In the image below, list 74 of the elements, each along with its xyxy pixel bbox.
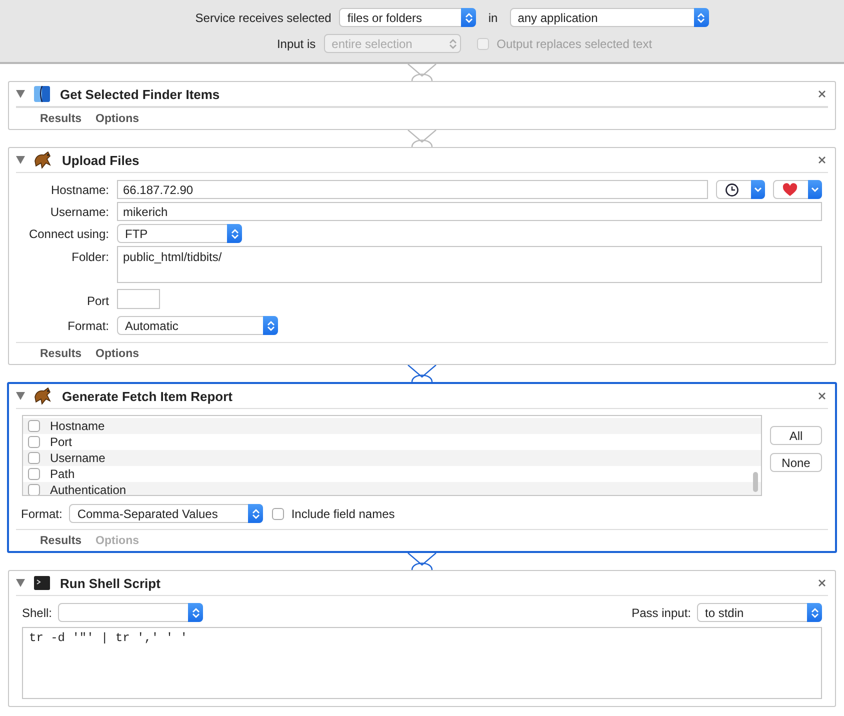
field-label: Pass input: [632,606,691,620]
stepper-icon [461,8,476,27]
footer-tab[interactable]: Results [40,534,82,546]
stepper-icon [263,316,278,335]
list-item-label: Username [50,451,106,465]
stepper-icon [227,224,242,243]
footer-tab[interactable]: Options [96,348,139,360]
list-item-label: Authentication [50,483,126,495]
chevron-down-icon [811,186,819,192]
field-label: Format: [66,318,109,332]
field-label: Connect using: [28,226,109,240]
push-button[interactable]: All [770,426,822,445]
folder-field[interactable]: public_html/tidbits/ [117,246,822,283]
username-field[interactable]: mikerich [117,202,822,221]
field-label: Username: [49,204,109,218]
heart-icon [782,182,798,196]
checkbox[interactable] [28,484,40,495]
include-field-names-label: Include field names [291,506,395,520]
close-icon[interactable] [818,579,826,587]
action-title: Run Shell Script [60,576,162,590]
output-replaces-label: Output replaces selected text [496,36,652,50]
footer-tab[interactable]: Options [96,112,139,124]
input-is-label: Input is [276,36,316,50]
stepper-icon [248,504,264,523]
field-label: Hostname: [50,182,109,196]
list-item-label: Port [50,435,72,449]
stepper-icon [188,603,204,622]
stepper-icon [807,603,822,622]
field-label: Folder: [70,249,109,264]
running-dog-icon [33,151,53,169]
port-field[interactable] [117,289,160,309]
favorites-popup[interactable] [773,180,822,199]
action-title: Get Selected Finder Items [60,86,221,102]
action-title: Generate Fetch Item Report [62,388,234,404]
shell-select[interactable] [58,603,204,622]
terminal-icon [33,575,51,591]
application-select[interactable]: any application [510,8,709,27]
in-label: in [488,10,498,24]
action-title: Upload Files [62,152,140,168]
footer-tab[interactable]: Results [40,348,82,360]
disclosure-triangle[interactable] [16,579,25,587]
checkbox[interactable] [28,468,40,480]
format-select[interactable]: Automatic [117,316,278,335]
protocol-select[interactable]: FTP [117,224,242,243]
input-type-select[interactable]: files or folders [339,8,476,27]
field-label: Shell: [22,606,52,620]
finder-face-icon [33,85,51,103]
checkbox[interactable] [28,452,40,464]
stepper-icon [694,8,709,27]
script-editor[interactable]: tr -d '"' | tr ',' ' ' [22,627,822,699]
hostname-field[interactable]: 66.187.72.90 [117,180,708,199]
chevron-down-icon [754,186,762,192]
clock-icon [725,182,739,196]
close-icon[interactable] [818,156,826,164]
format-select[interactable]: Comma-Separated Values [69,504,264,523]
scrollbar-thumb[interactable] [753,472,758,492]
checkbox[interactable] [28,420,40,432]
disclosure-triangle[interactable] [16,392,25,400]
disclosure-triangle[interactable] [16,90,25,98]
push-button[interactable]: None [770,453,822,472]
close-icon[interactable] [818,90,826,98]
history-popup[interactable] [716,180,765,199]
disclosure-triangle[interactable] [16,156,25,164]
receives-label: Service receives selected [195,10,332,24]
close-icon[interactable] [818,392,826,400]
checkbox[interactable] [28,436,40,448]
list-item-label: Hostname [50,419,105,433]
field-label: Port [86,294,109,308]
pass-input-select[interactable]: to stdin [697,603,822,622]
list-item-label: Path [50,467,75,481]
field-label: Format: [21,506,62,520]
checkbox[interactable] [272,508,284,520]
footer-tab[interactable]: Results [40,112,82,124]
running-dog-icon [33,387,53,405]
